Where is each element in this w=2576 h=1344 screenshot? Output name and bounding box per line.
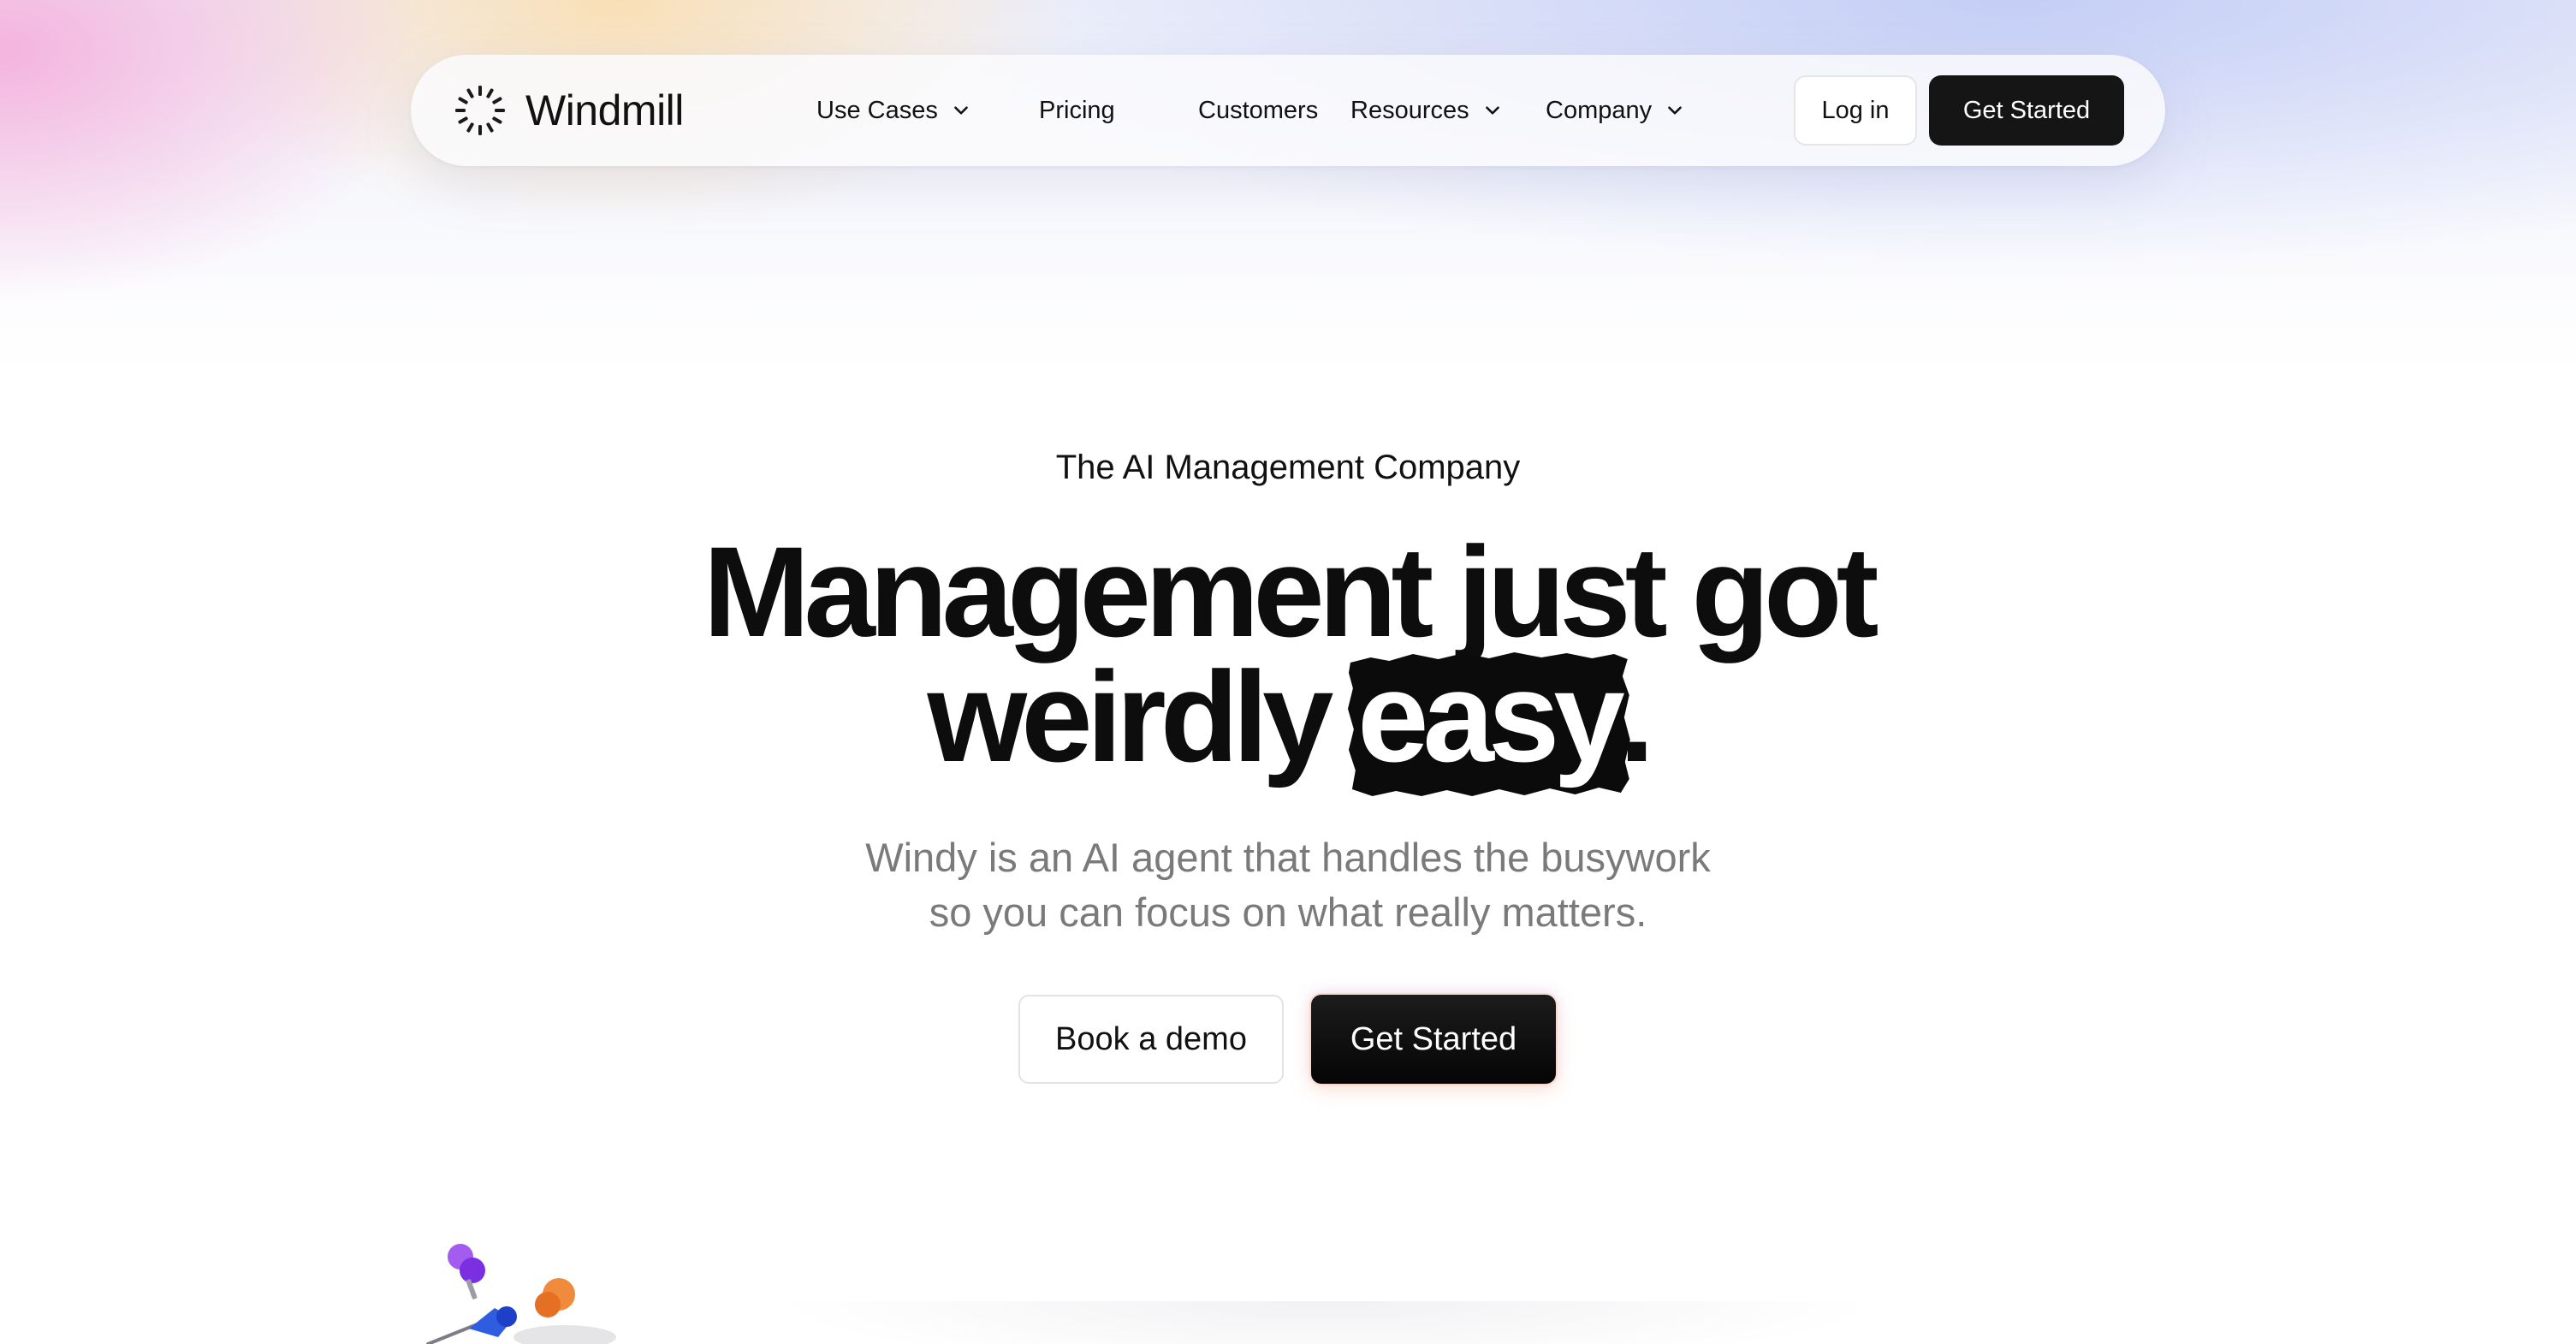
headline-highlight: easy [1348, 652, 1630, 796]
chevron-down-icon [1668, 106, 1682, 115]
bottom-content-shadow [770, 1301, 1883, 1344]
nav-item-customers[interactable]: Customers [1198, 97, 1318, 125]
windmill-logo-icon [455, 86, 505, 135]
nav-item-label: Resources [1350, 96, 1469, 124]
login-button[interactable]: Log in [1794, 75, 1917, 146]
chevron-down-icon [1485, 106, 1499, 115]
hero-background-fade [0, 257, 2576, 428]
subhead-line-2: so you can focus on what really matters. [929, 889, 1647, 935]
nav-item-company[interactable]: Company [1546, 97, 1686, 125]
hero-eyebrow: The AI Management Company [1055, 449, 1521, 486]
nav-item-label: Pricing [1039, 96, 1115, 124]
headline-highlight-text: easy [1357, 645, 1625, 788]
nav-get-started-button[interactable]: Get Started [1929, 75, 2124, 146]
subhead-line-1: Windy is an AI agent that handles the bu… [865, 835, 1711, 880]
chevron-down-icon [954, 106, 968, 115]
nav-item-use-cases[interactable]: Use Cases [816, 97, 972, 125]
nav-item-label: Use Cases [816, 96, 938, 124]
hero-get-started-button[interactable]: Get Started [1311, 995, 1556, 1084]
top-navigation-bar: Windmill Use Cases Pricing Customers Res… [411, 55, 2165, 166]
headline-line-1: Management just got [703, 520, 1879, 663]
push-pins-icon [426, 1244, 616, 1344]
hero-subheading: Windy is an AI agent that handles the bu… [0, 830, 2576, 940]
brand-name: Windmill [525, 86, 684, 134]
headline-line-2: weirdly easy. [0, 652, 2576, 796]
nav-item-pricing[interactable]: Pricing [1039, 97, 1115, 125]
book-demo-button[interactable]: Book a demo [1018, 995, 1284, 1084]
headline-prefix: weirdly [927, 645, 1358, 788]
brand-link[interactable]: Windmill [454, 82, 684, 139]
hero-headline: Management just got weirdly easy. [0, 520, 2576, 796]
nav-item-label: Customers [1198, 96, 1319, 124]
nav-item-label: Company [1546, 96, 1653, 124]
nav-item-resources[interactable]: Resources [1350, 97, 1504, 125]
